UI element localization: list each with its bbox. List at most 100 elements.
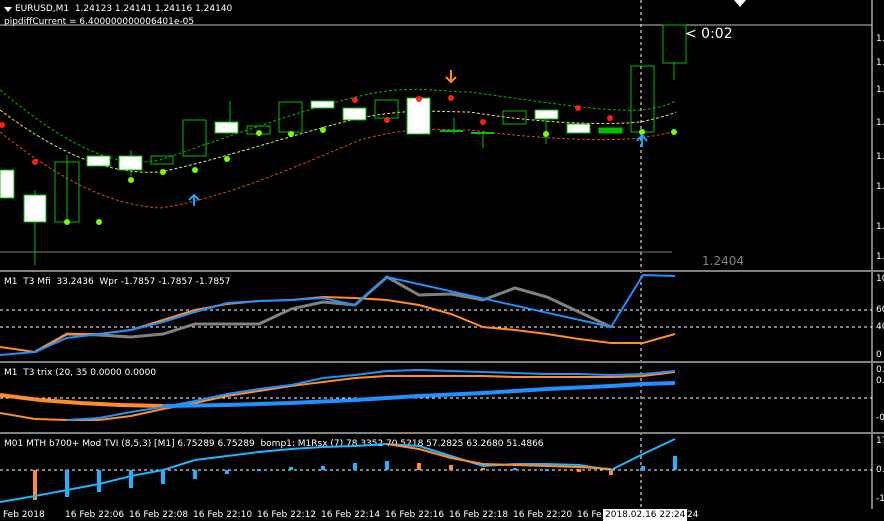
- time-tick: 16 Feb 22:14: [321, 510, 381, 520]
- histogram-bar: [321, 466, 325, 470]
- trix-tick: -0: [876, 413, 884, 423]
- candle: [406, 97, 431, 135]
- mfi-pane[interactable]: M1 T3 Mfi 33.2436 Wpr -1.7857 -1.7857 -1…: [0, 272, 884, 361]
- lower-band-line: [0, 128, 677, 209]
- candle: [534, 109, 559, 120]
- mfi-tick: 10: [876, 274, 884, 284]
- histogram-bar: [353, 463, 357, 470]
- candle: [23, 194, 47, 223]
- histogram-bar: [449, 465, 453, 470]
- buy-arrow-icon: [636, 133, 648, 147]
- mfi-blue-line: [0, 273, 676, 356]
- price-tick: 1.: [876, 85, 884, 95]
- candle: [342, 107, 367, 121]
- trix-tick: 0.: [876, 365, 884, 375]
- mfi-svg: [0, 272, 873, 361]
- candle: [86, 155, 111, 167]
- candle: [310, 100, 335, 109]
- green-dot: [671, 129, 677, 135]
- mfi-tick: 0: [876, 350, 882, 360]
- histogram-bar: [193, 470, 197, 479]
- red-dot: [0, 122, 5, 128]
- candle: [214, 121, 239, 134]
- green-dot: [192, 167, 198, 173]
- tvi-histogram: [33, 456, 677, 500]
- last-price-label: 1.2404: [702, 254, 744, 268]
- histogram-bar: [97, 470, 101, 492]
- sell-arrow-icon: [445, 70, 457, 84]
- price-tick: 1.: [876, 34, 884, 44]
- green-dot: [320, 127, 326, 133]
- histogram-bar: [577, 469, 581, 472]
- histogram-bar: [513, 468, 517, 470]
- time-tick: 16 Feb 22:08: [129, 510, 189, 520]
- red-dot: [448, 95, 454, 101]
- time-tick: 16 Feb 22:06: [65, 510, 125, 520]
- tvi-tick: 0.: [876, 465, 884, 475]
- red-dot: [607, 115, 613, 121]
- time-tick: 16 Feb 22:20: [513, 510, 573, 520]
- time-axis[interactable]: Feb 2018 16 Feb 22:06 16 Feb 22:08 16 Fe…: [0, 509, 884, 521]
- mfi-orange-line: [0, 295, 676, 354]
- candle: [502, 110, 527, 125]
- time-tick: 16 Fe: [577, 510, 602, 520]
- red-dot: [480, 119, 486, 125]
- price-tick: 1.: [876, 182, 884, 192]
- tvi-pane[interactable]: M01 MTH b700+ Mod TVI (8,5,3) [M1] 6.752…: [0, 434, 884, 509]
- candle: [662, 24, 687, 64]
- price-tick: 1.: [876, 58, 884, 68]
- time-tick: :24: [684, 510, 699, 520]
- histogram-bar: [161, 470, 165, 484]
- candle: [182, 119, 207, 157]
- histogram-bar: [385, 461, 389, 470]
- time-tick: 16 Feb 22:18: [449, 510, 509, 520]
- histogram-bar: [641, 466, 645, 470]
- histogram-bar: [65, 470, 69, 497]
- trix-orange-thick: [0, 393, 164, 408]
- mfi-tick: 40: [876, 322, 884, 332]
- red-dot: [416, 96, 422, 102]
- trix-tick: 0.: [876, 376, 884, 386]
- tvi-tick: 17: [876, 436, 884, 446]
- time-tick: 16 Feb 22:10: [193, 510, 253, 520]
- histogram-bar: [225, 470, 229, 474]
- mfi-tick: 60: [876, 305, 884, 315]
- red-dot: [384, 117, 390, 123]
- green-dot: [160, 169, 166, 175]
- green-dot: [128, 177, 134, 183]
- main-chart-svg: [0, 0, 873, 509]
- crosshair-time-label: 2018.02.16 22:24: [603, 509, 688, 521]
- histogram-bar: [289, 467, 293, 470]
- price-tick: 1.: [876, 252, 884, 262]
- price-tick: 1.: [876, 152, 884, 162]
- red-dot: [575, 105, 581, 111]
- histogram-bar: [417, 463, 421, 470]
- candle: [118, 155, 143, 171]
- candle: [598, 127, 623, 134]
- green-dot: [543, 131, 549, 137]
- trix-pane[interactable]: M1 T3 trix (20, 35 0.0000 0.0000 0. 0. -…: [0, 363, 884, 432]
- candle: [566, 123, 591, 134]
- signal-dots-green: [64, 127, 677, 225]
- tvi-svg: [0, 434, 873, 509]
- green-dot: [256, 130, 262, 136]
- main-chart-pane[interactable]: EURUSD,M1 1.24123 1.24141 1.24116 1.2414…: [0, 0, 884, 509]
- tvi-tick: -1: [876, 494, 884, 504]
- candle: [278, 101, 303, 133]
- red-dot: [32, 159, 38, 165]
- green-dot: [224, 156, 230, 162]
- time-tick: 16 Feb 22:12: [257, 510, 317, 520]
- candle: [0, 169, 15, 199]
- bar-countdown: < 0:02: [685, 26, 733, 42]
- price-tick: 1.: [876, 222, 884, 232]
- histogram-bar: [673, 456, 677, 470]
- green-dot: [96, 219, 102, 225]
- histogram-bar: [257, 469, 261, 471]
- trix-svg: [0, 363, 873, 432]
- signal-dots-red: [0, 95, 613, 165]
- red-dot: [352, 97, 358, 103]
- time-tick: 16 Feb 22:16: [385, 510, 445, 520]
- green-dot: [64, 219, 70, 225]
- price-tick: 1.: [876, 118, 884, 128]
- candle: [374, 99, 399, 119]
